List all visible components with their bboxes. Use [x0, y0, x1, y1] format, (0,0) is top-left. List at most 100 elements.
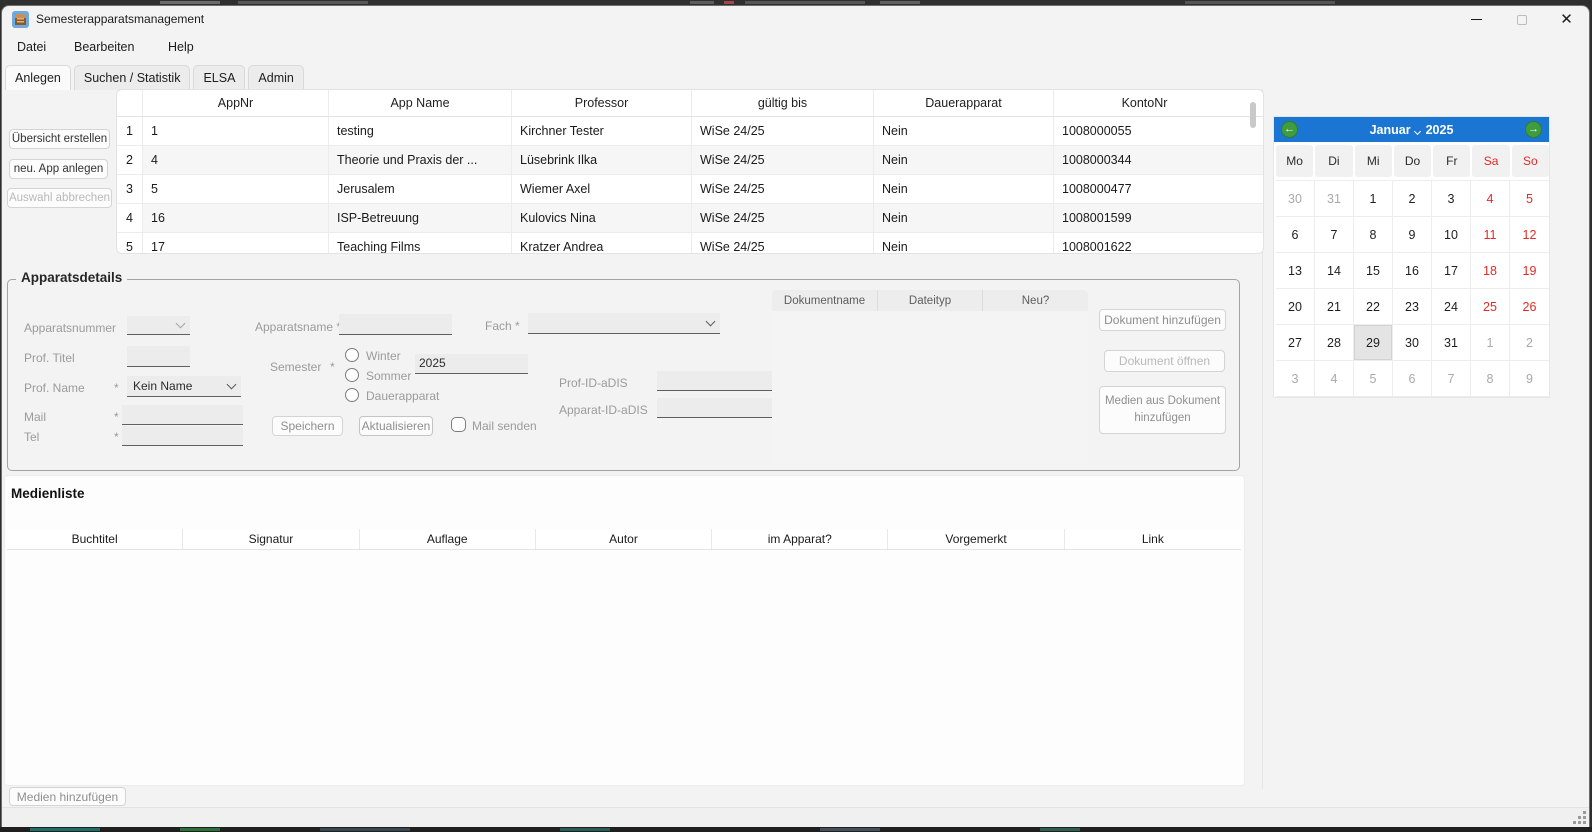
calendar-day[interactable]: 31 — [1315, 181, 1354, 217]
calendar-day[interactable]: 11 — [1471, 217, 1510, 253]
column-header-appname[interactable]: App Name — [329, 90, 512, 116]
column-header-im-apparat[interactable]: im Apparat? — [712, 529, 888, 549]
calendar-day[interactable]: 30 — [1393, 325, 1432, 361]
column-header-dokumentname[interactable]: Dokumentname — [772, 290, 878, 311]
column-header-signatur[interactable]: Signatur — [183, 529, 359, 549]
calendar-day[interactable]: 26 — [1510, 289, 1549, 325]
table-row[interactable]: 2 4 Theorie und Praxis der ... Lüsebrink… — [117, 146, 1263, 175]
column-header-neu[interactable]: Neu? — [983, 290, 1088, 311]
prof-name-combobox[interactable]: Kein Name — [127, 376, 241, 397]
mail-input[interactable] — [122, 405, 243, 425]
tab-elsa[interactable]: ELSA — [193, 65, 245, 90]
medien-aus-dokument-button[interactable]: Medien aus Dokument hinzufügen — [1099, 386, 1226, 434]
maximize-button[interactable] — [1499, 6, 1544, 33]
calendar-day[interactable]: 30 — [1276, 181, 1315, 217]
auswahl-abbrechen-button[interactable]: Auswahl abbrechen — [7, 188, 112, 208]
calendar-day[interactable]: 17 — [1432, 253, 1471, 289]
calendar-day-selected[interactable]: 29 — [1354, 325, 1393, 361]
table-scrollbar-thumb[interactable] — [1250, 102, 1256, 128]
uebersicht-erstellen-button[interactable]: Übersicht erstellen — [9, 129, 110, 149]
apparat-id-adis-input[interactable] — [657, 398, 775, 418]
calendar-day[interactable]: 3 — [1432, 181, 1471, 217]
tab-anlegen[interactable]: Anlegen — [5, 65, 71, 90]
calendar-day[interactable]: 7 — [1315, 217, 1354, 253]
calendar-day[interactable]: 22 — [1354, 289, 1393, 325]
calendar-day[interactable]: 9 — [1510, 361, 1549, 397]
calendar-day[interactable]: 12 — [1510, 217, 1549, 253]
calendar-day[interactable]: 14 — [1315, 253, 1354, 289]
column-header-buchtitel[interactable]: Buchtitel — [7, 529, 183, 549]
neu-app-anlegen-button[interactable]: neu. App anlegen — [9, 159, 108, 179]
column-header-dauerapparat[interactable]: Dauerapparat — [874, 90, 1054, 116]
dokument-oeffnen-button[interactable]: Dokument öffnen — [1104, 350, 1225, 372]
calendar-day[interactable]: 9 — [1393, 217, 1432, 253]
medien-hinzufuegen-button[interactable]: Medien hinzufügen — [9, 787, 126, 806]
calendar-day[interactable]: 21 — [1315, 289, 1354, 325]
calendar-next-month-button[interactable]: → — [1525, 121, 1542, 138]
semester-year-input[interactable]: 2025 — [415, 354, 528, 374]
calendar-day[interactable]: 25 — [1471, 289, 1510, 325]
mail-senden-checkbox[interactable] — [451, 417, 466, 432]
calendar-title[interactable]: Januar 2025 — [1274, 123, 1549, 137]
resize-grip[interactable] — [1573, 811, 1586, 824]
calendar-day[interactable]: 7 — [1432, 361, 1471, 397]
table-row[interactable]: 4 16 ISP-Betreuung Kulovics Nina WiSe 24… — [117, 204, 1263, 233]
calendar-day[interactable]: 1 — [1471, 325, 1510, 361]
calendar-day[interactable]: 8 — [1354, 217, 1393, 253]
calendar-day[interactable]: 5 — [1510, 181, 1549, 217]
minimize-button[interactable] — [1454, 6, 1499, 33]
column-header-link[interactable]: Link — [1065, 529, 1241, 549]
calendar-day[interactable]: 19 — [1510, 253, 1549, 289]
column-header-dateityp[interactable]: Dateityp — [878, 290, 983, 311]
calendar-day[interactable]: 28 — [1315, 325, 1354, 361]
column-header-gueltig-bis[interactable]: gültig bis — [692, 90, 874, 116]
calendar-day[interactable]: 4 — [1471, 181, 1510, 217]
column-header-appnr[interactable]: AppNr — [143, 90, 329, 116]
column-header-auflage[interactable]: Auflage — [360, 529, 536, 549]
menu-datei[interactable]: Datei — [17, 40, 46, 54]
prof-titel-input[interactable] — [127, 346, 190, 367]
aktualisieren-button[interactable]: Aktualisieren — [359, 416, 433, 436]
calendar-day[interactable]: 6 — [1393, 361, 1432, 397]
tab-suchen-statistik[interactable]: Suchen / Statistik — [74, 65, 191, 90]
table-row[interactable]: 5 17 Teaching Films Kratzer Andrea WiSe … — [117, 233, 1263, 254]
calendar-day[interactable]: 18 — [1471, 253, 1510, 289]
speichern-button[interactable]: Speichern — [272, 416, 343, 436]
calendar-day[interactable]: 15 — [1354, 253, 1393, 289]
column-header-vorgemerkt[interactable]: Vorgemerkt — [888, 529, 1064, 549]
column-header-kontonr[interactable]: KontoNr — [1054, 90, 1235, 116]
column-header-professor[interactable]: Professor — [512, 90, 692, 116]
dauerapparat-radio[interactable] — [345, 388, 359, 402]
calendar-day[interactable]: 10 — [1432, 217, 1471, 253]
apparatsname-input[interactable] — [339, 314, 452, 335]
apparatsnummer-combobox[interactable] — [127, 316, 190, 335]
sommer-radio[interactable] — [345, 368, 359, 382]
calendar-day[interactable]: 27 — [1276, 325, 1315, 361]
table-row[interactable]: 3 5 Jerusalem Wiemer Axel WiSe 24/25 Nei… — [117, 175, 1263, 204]
tab-admin[interactable]: Admin — [248, 65, 303, 90]
calendar-prev-month-button[interactable]: ← — [1281, 121, 1298, 138]
calendar-day[interactable]: 5 — [1354, 361, 1393, 397]
table-row[interactable]: 1 1 testing Kirchner Tester WiSe 24/25 N… — [117, 117, 1263, 146]
calendar-day[interactable]: 13 — [1276, 253, 1315, 289]
calendar-day[interactable]: 2 — [1393, 181, 1432, 217]
calendar-day[interactable]: 24 — [1432, 289, 1471, 325]
calendar-day[interactable]: 2 — [1510, 325, 1549, 361]
calendar-day[interactable]: 1 — [1354, 181, 1393, 217]
calendar-day[interactable]: 3 — [1276, 361, 1315, 397]
tel-input[interactable] — [122, 426, 243, 446]
calendar-day[interactable]: 4 — [1315, 361, 1354, 397]
calendar-day[interactable]: 31 — [1432, 325, 1471, 361]
winter-radio[interactable] — [345, 348, 359, 362]
calendar-day[interactable]: 16 — [1393, 253, 1432, 289]
menu-bearbeiten[interactable]: Bearbeiten — [74, 40, 134, 54]
calendar-day[interactable]: 20 — [1276, 289, 1315, 325]
dokument-hinzufuegen-button[interactable]: Dokument hinzufügen — [1099, 309, 1226, 331]
close-button[interactable]: ✕ — [1544, 6, 1589, 33]
column-header-autor[interactable]: Autor — [536, 529, 712, 549]
calendar-day[interactable]: 8 — [1471, 361, 1510, 397]
prof-id-adis-input[interactable] — [657, 371, 775, 391]
fach-combobox[interactable] — [528, 313, 720, 334]
menu-help[interactable]: Help — [168, 40, 194, 54]
calendar-day[interactable]: 6 — [1276, 217, 1315, 253]
